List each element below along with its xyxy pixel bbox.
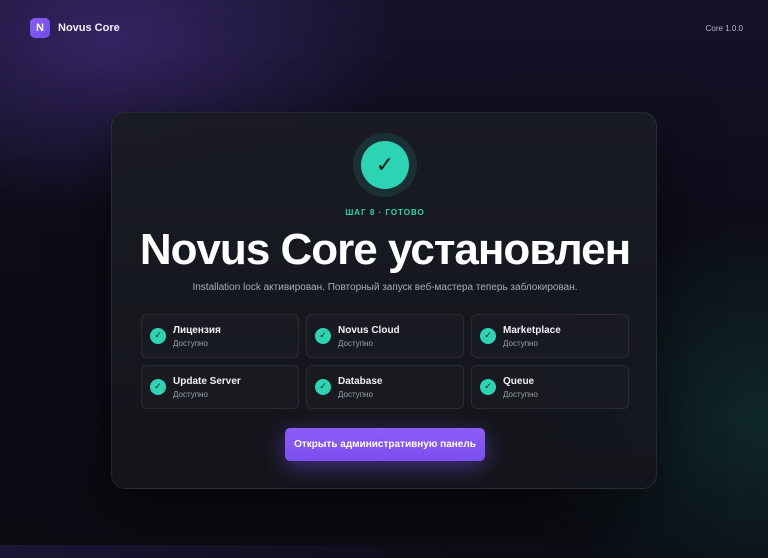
service-status: Доступно xyxy=(338,389,373,399)
service-name: Database xyxy=(338,375,383,387)
service-name: Queue xyxy=(503,375,535,387)
service-item-database: ✓ Database Доступно xyxy=(306,365,464,409)
check-circle-icon: ✓ xyxy=(150,379,166,395)
top-bar: N Novus Core Core 1.0.0 xyxy=(0,0,768,56)
check-circle-icon: ✓ xyxy=(480,379,496,395)
services-grid: ✓ Лицензия Доступно ✓ Novus Cloud Доступ… xyxy=(141,314,629,409)
page-subtitle: Installation lock активирован. Повторный… xyxy=(192,282,578,293)
service-status: Доступно xyxy=(338,338,373,348)
version-label: Core 1.0.0 xyxy=(705,23,743,33)
brand[interactable]: N Novus Core xyxy=(30,18,120,38)
service-name: Лицензия xyxy=(173,324,221,336)
service-item-queue: ✓ Queue Доступно xyxy=(471,365,629,409)
bottom-divider xyxy=(0,545,768,558)
service-status: Доступно xyxy=(173,338,208,348)
service-status: Доступно xyxy=(173,389,208,399)
success-badge: ✓ xyxy=(353,133,417,197)
install-complete-card: ✓ ШАГ 8 · ГОТОВО Novus Core установлен I… xyxy=(111,112,657,489)
service-status: Доступно xyxy=(503,389,538,399)
service-name: Marketplace xyxy=(503,324,561,336)
page-title: Novus Core установлен xyxy=(139,225,631,274)
logo-icon: N xyxy=(30,18,50,38)
checkmark-icon: ✓ xyxy=(361,141,409,189)
service-item-update-server: ✓ Update Server Доступно xyxy=(141,365,299,409)
step-label: ШАГ 8 · ГОТОВО xyxy=(345,208,425,217)
service-item-marketplace: ✓ Marketplace Доступно xyxy=(471,314,629,358)
service-name: Update Server xyxy=(173,375,241,387)
check-circle-icon: ✓ xyxy=(150,328,166,344)
check-circle-icon: ✓ xyxy=(315,379,331,395)
brand-name: Novus Core xyxy=(58,22,120,34)
service-status: Доступно xyxy=(503,338,538,348)
open-admin-panel-button[interactable]: Открыть административную панель xyxy=(285,428,485,461)
check-circle-icon: ✓ xyxy=(480,328,496,344)
service-item-license: ✓ Лицензия Доступно xyxy=(141,314,299,358)
service-name: Novus Cloud xyxy=(338,324,400,336)
service-item-novus-cloud: ✓ Novus Cloud Доступно xyxy=(306,314,464,358)
check-circle-icon: ✓ xyxy=(315,328,331,344)
